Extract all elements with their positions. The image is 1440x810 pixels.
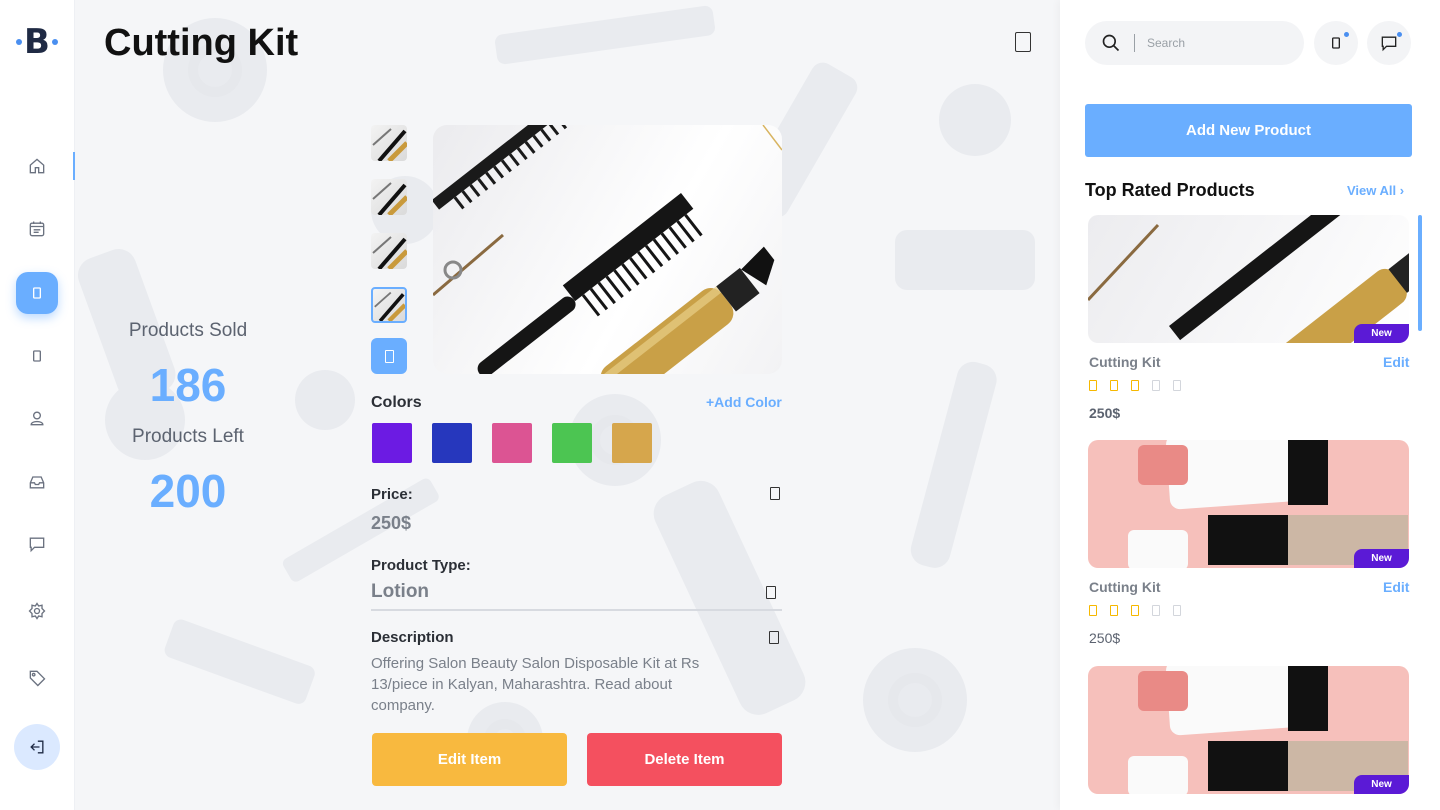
color-swatch[interactable] — [492, 423, 532, 463]
search-input[interactable]: Search — [1147, 36, 1185, 50]
logout-icon — [30, 740, 44, 754]
product-card-name: Cutting Kit — [1089, 354, 1161, 370]
mobile-icon — [384, 349, 394, 363]
add-color-link[interactable]: +Add Color — [706, 394, 782, 410]
mobile-icon — [1332, 37, 1340, 49]
top-rated-title: Top Rated Products — [1085, 180, 1255, 200]
product-type-value[interactable]: Lotion — [371, 581, 429, 603]
product-type-dropdown-icon[interactable] — [766, 586, 776, 599]
new-badge: New — [1354, 324, 1409, 343]
mobile-icon — [33, 350, 41, 362]
star-icon — [1089, 605, 1097, 616]
star-icon — [1110, 605, 1118, 616]
star-icon — [1152, 380, 1160, 391]
nav-mobile[interactable] — [16, 335, 58, 377]
color-swatch[interactable] — [432, 423, 472, 463]
star-icon — [1173, 380, 1181, 391]
rating-stars — [1089, 605, 1181, 616]
product-main-image — [433, 125, 782, 374]
product-card-price: 250$ — [1089, 630, 1121, 646]
inbox-icon — [29, 476, 45, 489]
logout-button[interactable] — [14, 724, 60, 770]
notification-dot — [1344, 32, 1349, 37]
product-thumbnail[interactable] — [371, 179, 407, 215]
search-bar[interactable]: Search — [1085, 21, 1304, 65]
notification-dot — [1397, 32, 1402, 37]
nav-chat[interactable] — [16, 523, 58, 565]
description-text: Offering Salon Beauty Salon Disposable K… — [371, 655, 700, 714]
rating-stars — [1089, 380, 1181, 391]
side-nav: B — [0, 0, 75, 810]
edit-description-icon[interactable] — [769, 631, 779, 644]
price-value: 250$ — [371, 513, 412, 533]
product-detail-panel: Cutting Kit Products Sold 186 Products L… — [75, 0, 1060, 810]
star-icon — [1131, 380, 1139, 391]
product-card-image[interactable]: New — [1088, 215, 1409, 343]
product-thumbnail[interactable] — [371, 233, 407, 269]
color-swatch[interactable] — [552, 423, 592, 463]
chat-icon — [29, 537, 45, 553]
product-card-edit-link[interactable]: Edit — [1383, 579, 1409, 595]
nav-products[interactable] — [16, 272, 58, 314]
edit-price-icon[interactable] — [770, 487, 780, 500]
nav-user[interactable] — [16, 397, 58, 439]
nav-tags[interactable] — [16, 657, 58, 699]
scrollbar[interactable] — [1418, 215, 1422, 331]
page-title: Cutting Kit — [104, 22, 299, 64]
colors-label: Colors — [371, 394, 422, 411]
home-icon — [29, 158, 45, 174]
star-icon — [1131, 605, 1139, 616]
add-new-product-button[interactable]: Add New Product — [1085, 104, 1412, 157]
new-badge: New — [1354, 775, 1409, 794]
nav-settings[interactable] — [16, 590, 58, 632]
calendar-icon — [29, 221, 45, 237]
chat-icon — [1381, 36, 1397, 52]
tag-icon — [29, 670, 46, 687]
nav-calendar[interactable] — [16, 208, 58, 250]
product-card-name: Cutting Kit — [1089, 579, 1161, 595]
mobile-notifications-button[interactable] — [1314, 21, 1358, 65]
logo-letter: B — [24, 22, 50, 62]
nav-inbox[interactable] — [16, 461, 58, 503]
star-icon — [1173, 605, 1181, 616]
search-divider — [1134, 34, 1135, 52]
star-icon — [1152, 605, 1160, 616]
products-left-label: Products Left — [132, 426, 244, 447]
color-swatch[interactable] — [612, 423, 652, 463]
product-thumbnail-selected[interactable] — [371, 287, 407, 323]
gear-icon — [28, 602, 46, 620]
search-icon — [1102, 34, 1120, 52]
messages-button[interactable] — [1367, 21, 1411, 65]
edit-item-button[interactable]: Edit Item — [372, 733, 567, 786]
delete-item-button[interactable]: Delete Item — [587, 733, 782, 786]
star-icon — [1089, 380, 1097, 391]
products-sold-label: Products Sold — [128, 320, 248, 341]
product-card-image[interactable]: New — [1088, 440, 1409, 568]
logo-dot — [52, 39, 58, 45]
right-panel: Search Add New Product Top Rated Product… — [1060, 0, 1440, 810]
box-icon — [33, 287, 41, 299]
new-badge: New — [1354, 549, 1409, 568]
user-icon — [30, 411, 44, 426]
products-sold-value: 186 — [149, 359, 227, 411]
add-image-button[interactable] — [371, 338, 407, 374]
star-icon — [1110, 380, 1118, 391]
products-left-value: 200 — [149, 465, 227, 517]
chevron-right-icon: › — [1399, 183, 1405, 198]
brand-logo[interactable]: B — [14, 22, 60, 62]
product-card-price: 250$ — [1089, 405, 1121, 421]
logo-dot — [16, 39, 22, 45]
nav-home[interactable] — [16, 145, 58, 187]
description-label: Description — [371, 629, 454, 646]
price-label: Price: — [371, 486, 413, 503]
product-thumbnail[interactable] — [371, 125, 407, 161]
color-swatch[interactable] — [372, 423, 412, 463]
view-all-link[interactable]: View All › — [1347, 183, 1404, 198]
view-all-label: View All — [1347, 183, 1397, 198]
product-card-edit-link[interactable]: Edit — [1383, 354, 1409, 370]
product-card-image[interactable]: New — [1088, 666, 1409, 794]
product-type-label: Product Type: — [371, 557, 471, 574]
mobile-icon[interactable] — [1015, 32, 1031, 52]
field-divider — [371, 609, 782, 611]
